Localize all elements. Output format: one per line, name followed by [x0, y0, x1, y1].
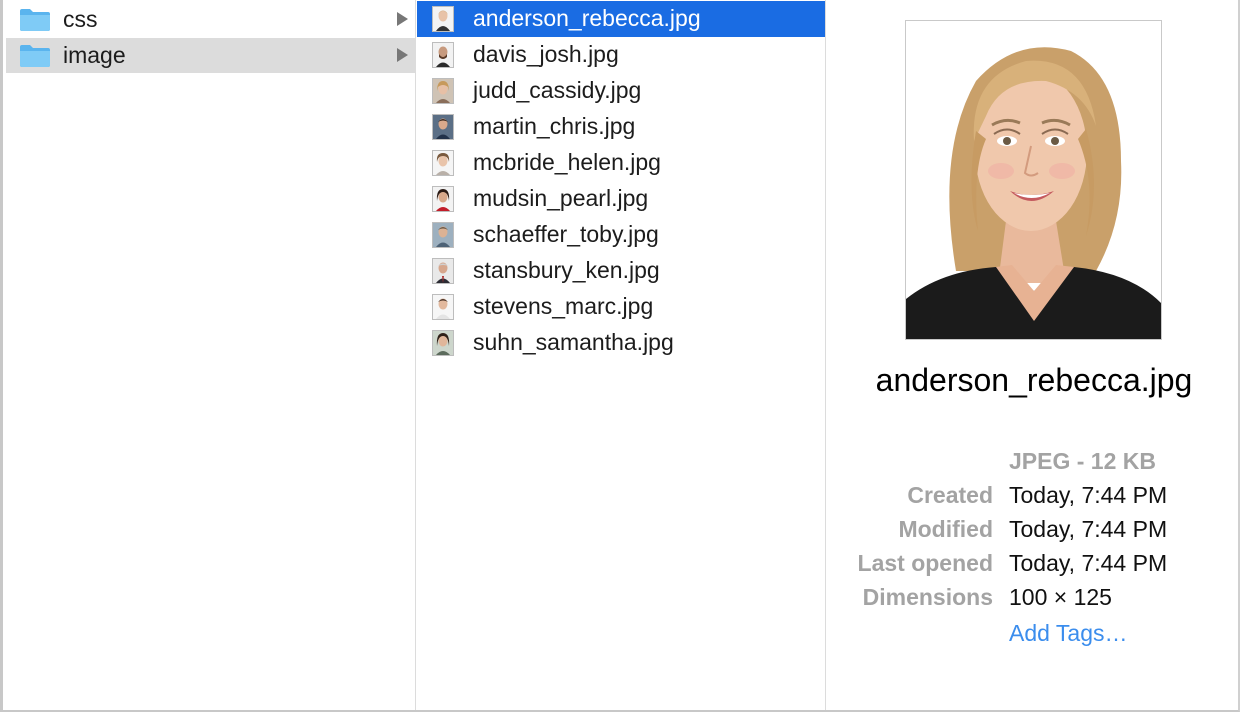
file-item[interactable]: stansbury_ken.jpg — [417, 253, 826, 289]
meta-key: Dimensions — [862, 584, 993, 610]
image-thumbnail-icon — [432, 330, 454, 356]
add-tags-link[interactable]: Add Tags… — [1009, 620, 1127, 647]
image-thumbnail-icon — [432, 294, 454, 320]
file-item[interactable]: martin_chris.jpg — [417, 109, 826, 145]
image-thumbnail-icon — [432, 114, 454, 140]
file-label: suhn_samantha.jpg — [473, 329, 674, 355]
meta-row-last-opened: Last opened Today, 7:44 PM — [827, 550, 1240, 584]
image-thumbnail-icon — [432, 78, 454, 104]
chevron-right-icon — [397, 12, 408, 26]
meta-row-created: Created Today, 7:44 PM — [827, 482, 1240, 516]
image-thumbnail-icon — [432, 258, 454, 284]
meta-key: Last opened — [857, 550, 993, 576]
file-label: stansbury_ken.jpg — [473, 257, 660, 283]
file-label: judd_cassidy.jpg — [473, 77, 642, 103]
folder-label: image — [63, 42, 126, 68]
image-thumbnail-icon — [432, 150, 454, 176]
chevron-right-icon — [397, 48, 408, 62]
folder-column[interactable]: css image — [6, 0, 415, 710]
meta-value: Today, 7:44 PM — [1009, 516, 1168, 542]
image-preview — [905, 20, 1162, 340]
finder-window: css image anderson_rebecca.jpg davis_jos… — [0, 0, 1240, 712]
file-item[interactable]: davis_josh.jpg — [417, 37, 826, 73]
file-item[interactable]: mcbride_helen.jpg — [417, 145, 826, 181]
preview-file-name: anderson_rebecca.jpg — [875, 362, 1193, 398]
column-divider[interactable] — [825, 0, 826, 710]
image-thumbnail-icon — [432, 42, 454, 68]
folder-item-css[interactable]: css — [6, 2, 415, 37]
file-item[interactable]: suhn_samantha.jpg — [417, 325, 826, 361]
column-divider[interactable] — [415, 0, 416, 710]
file-kind-size: JPEG - 12 KB — [1009, 448, 1156, 474]
file-label: mcbride_helen.jpg — [473, 149, 661, 175]
meta-row-modified: Modified Today, 7:44 PM — [827, 516, 1240, 550]
file-label: martin_chris.jpg — [473, 113, 636, 139]
folder-item-image[interactable]: image — [6, 38, 415, 73]
file-item[interactable]: schaeffer_toby.jpg — [417, 217, 826, 253]
file-label: mudsin_pearl.jpg — [473, 185, 649, 211]
meta-value: 100 × 125 — [1009, 584, 1112, 610]
file-item[interactable]: stevens_marc.jpg — [417, 289, 826, 325]
folder-icon — [20, 9, 50, 31]
folder-icon — [20, 45, 50, 67]
meta-key: Modified — [898, 516, 993, 542]
file-item[interactable]: judd_cassidy.jpg — [417, 73, 826, 109]
preview-column: anderson_rebecca.jpg JPEG - 12 KB Create… — [827, 0, 1240, 710]
file-label: davis_josh.jpg — [473, 41, 619, 67]
file-label: schaeffer_toby.jpg — [473, 221, 659, 247]
file-label: anderson_rebecca.jpg — [473, 5, 701, 31]
meta-row-dimensions: Dimensions 100 × 125 — [827, 584, 1240, 618]
folder-label: css — [63, 6, 98, 32]
meta-value: Today, 7:44 PM — [1009, 550, 1168, 576]
image-thumbnail-icon — [432, 222, 454, 248]
meta-key: Created — [907, 482, 993, 508]
image-thumbnail-icon — [432, 186, 454, 212]
file-item[interactable]: anderson_rebecca.jpg — [417, 1, 826, 37]
file-label: stevens_marc.jpg — [473, 293, 654, 319]
image-thumbnail-icon — [432, 6, 454, 32]
file-item[interactable]: mudsin_pearl.jpg — [417, 181, 826, 217]
file-column[interactable]: anderson_rebecca.jpg davis_josh.jpg judd… — [417, 0, 826, 710]
meta-value: Today, 7:44 PM — [1009, 482, 1168, 508]
